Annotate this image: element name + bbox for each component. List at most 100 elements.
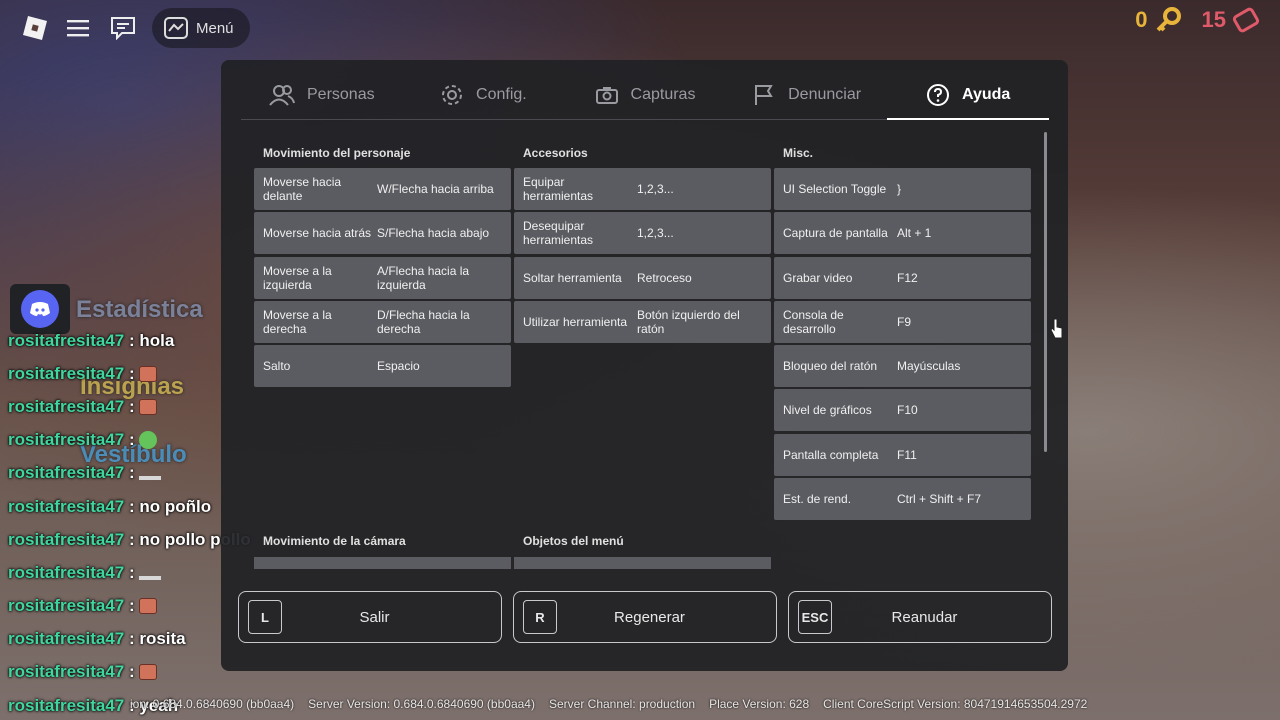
control-binding: F9 [897,314,912,329]
chat-username[interactable]: rositafresita47 [8,662,124,682]
control-binding: Ctrl + Shift + F7 [897,492,982,507]
respawn-button-label: Regenerar [614,608,685,626]
gems-counter: 15 [1202,6,1260,34]
scrollbar[interactable] [1044,132,1047,452]
control-action: Salto [263,359,291,374]
chat-message: rositafresita47 : no poñlo [8,490,251,523]
section-menu-objects-title: Objetos del menú [523,534,624,548]
menu-button[interactable]: Menú [152,8,250,48]
resume-key-hint: ESC [798,600,832,634]
tab-capturas-label: Capturas [630,85,696,103]
control-row: Moverse a la izquierda A/Flecha hacia la … [254,256,511,299]
chat-message: rositafresita47 : no pollo pollo [8,523,251,556]
control-binding: Botón izquierdo del ratón [637,307,740,336]
menu-logo-icon [164,17,188,39]
coins-counter: 0 [1135,6,1181,34]
version-item: ion: 0.684.0.6840690 (bb0aa4) [130,697,295,711]
version-info-bar: ion: 0.684.0.6840690 (bb0aa4) Server Vers… [130,697,1087,711]
action-buttons: L Salir R Regenerar ESC Reanudar [238,591,1052,643]
control-action: Utilizar herramienta [523,314,628,329]
control-row: Salto Espacio [254,345,511,388]
control-action: Pantalla completa [783,447,879,462]
control-row: Utilizar herramienta Botón izquierdo del … [514,300,771,343]
hud-currency: 0 15 [1135,6,1260,34]
chat-separator: : [124,562,140,582]
gems-value: 15 [1201,7,1226,32]
chat-message: rositafresita47 : [8,357,251,390]
resume-button-label: Reanudar [891,608,958,626]
tab-capturas[interactable]: Capturas [564,70,726,119]
tab-bar: Personas Config. Capturas Denunciar Ayud… [241,70,1049,120]
resume-button[interactable]: ESC Reanudar [788,591,1052,643]
chat-separator: : [124,430,140,450]
hamburger-menu-icon[interactable] [64,13,94,43]
control-row: Equipar herramientas 1,2,3... [514,168,771,210]
accessories-controls-list: Equipar herramientas 1,2,3... Desequipar h… [514,168,771,345]
control-row: UI Selection Toggle} [774,168,1031,210]
control-action: Bloqueo del ratón [783,359,878,374]
control-binding: Retroceso [637,270,692,285]
chat-separator: : [124,529,140,549]
leave-button-label: Salir [359,608,390,626]
control-row: Moverse a la derecha D/Flecha hacia la de… [254,300,511,343]
control-action: Desequipar herramientas [523,219,594,248]
control-row: Soltar herramienta Retroceso [514,256,771,299]
chat-message: rositafresita47 : [8,424,251,457]
leave-button[interactable]: L Salir [238,591,502,643]
face-emoji-icon [139,664,158,681]
chat-username[interactable]: rositafresita47 [8,331,124,351]
chat-username[interactable]: rositafresita47 [8,463,124,483]
chat-username[interactable]: rositafresita47 [8,530,124,550]
control-binding: F11 [897,447,917,462]
control-binding: Mayúsculas [897,359,961,374]
control-action: Moverse hacia delante [263,175,342,203]
chat-username[interactable]: rositafresita47 [8,696,124,716]
chat-username[interactable]: rositafresita47 [8,497,124,517]
tab-config[interactable]: Config. [403,70,565,119]
chat-separator: : [124,662,140,682]
control-binding: F10 [897,403,918,418]
chat-separator: : [124,596,140,616]
control-row: Est. de rend. Ctrl + Shift + F7 [774,478,1031,521]
chat-text: hola [139,330,175,350]
tab-personas[interactable]: Personas [241,70,403,119]
chat-icon[interactable] [108,13,138,43]
control-action: Grabar video [783,270,853,285]
tab-denunciar[interactable]: Denunciar [726,70,888,119]
control-action: Moverse hacia atrás [263,226,372,241]
flag-icon [755,84,773,105]
chat-username[interactable]: rositafresita47 [8,563,124,583]
roblox-logo-icon[interactable] [20,13,50,43]
tab-ayuda[interactable]: Ayuda [887,70,1049,120]
section-camera-title: Movimiento de la cámara [263,534,406,548]
control-action: UI Selection Toggle [783,182,887,196]
control-action: Equipar herramientas [523,175,594,203]
chat-username[interactable]: rositafresita47 [8,364,124,384]
camera-icon [595,86,618,104]
chat-separator: : [124,396,140,416]
chat-separator: : [124,463,140,483]
version-item: Client CoreScript Version: 8047191465350… [823,697,1088,711]
control-row: Nivel de gráficos F10 [774,389,1031,432]
control-action: Moverse a la izquierda [263,263,332,292]
control-action: Captura de pantalla [783,226,888,241]
people-icon [269,84,295,106]
chat-message: rositafresita47 : hola [8,324,251,357]
chat-message: rositafresita47 : [8,556,251,589]
chat-username[interactable]: rositafresita47 [8,596,124,616]
dash-emoji-icon [139,575,162,580]
respawn-key-hint: R [523,600,557,634]
respawn-button[interactable]: R Regenerar [513,591,777,643]
coins-value: 0 [1135,7,1148,32]
chat-message: rositafresita47 : [8,390,251,423]
control-action: Nivel de gráficos [783,403,872,418]
ticket-icon [1232,7,1260,33]
section-character-title: Movimiento del personaje [263,146,411,160]
chat-username[interactable]: rositafresita47 [8,397,124,417]
chat-username[interactable]: rositafresita47 [8,629,124,649]
chat-username[interactable]: rositafresita47 [8,430,124,450]
menu-label: Menú [196,19,234,37]
menu-objects-row-partial [514,557,771,569]
face-emoji-icon [139,365,158,382]
tab-config-label: Config. [476,85,527,103]
